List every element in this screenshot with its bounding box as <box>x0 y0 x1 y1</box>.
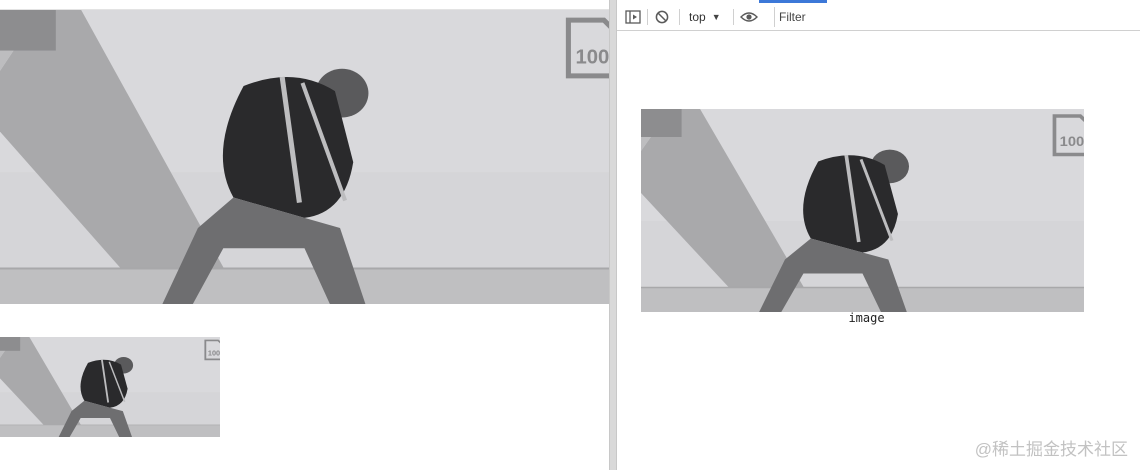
panel-splitter[interactable] <box>609 0 617 470</box>
console-image-label: image <box>848 311 885 325</box>
video-frame-thumbnail <box>0 337 220 437</box>
video-frame-large <box>0 10 609 304</box>
video-player[interactable] <box>0 10 609 304</box>
console-logged-image[interactable] <box>641 109 1084 312</box>
toolbar-separator <box>679 9 680 25</box>
context-label: top <box>689 10 706 24</box>
filter-input[interactable] <box>774 7 1140 27</box>
execution-context-select[interactable]: top ▼ <box>689 8 721 26</box>
viewport-top-bar <box>0 0 609 10</box>
devtools-panel: top ▼ image @稀土掘金技术社区 <box>617 0 1140 470</box>
console-toolbar: top ▼ <box>617 3 1140 31</box>
caret-down-icon: ▼ <box>711 12 721 22</box>
clear-console-icon[interactable] <box>652 7 672 27</box>
console-output: image <box>617 31 1140 470</box>
sidebar-toggle-icon[interactable] <box>623 7 643 27</box>
watermark: @稀土掘金技术社区 <box>974 440 1128 459</box>
logged-image-frame <box>641 109 1084 312</box>
page-viewport <box>0 0 609 470</box>
eye-icon[interactable] <box>738 7 760 27</box>
canvas-thumbnail <box>0 337 220 437</box>
toolbar-separator <box>647 9 648 25</box>
toolbar-separator <box>733 9 734 25</box>
